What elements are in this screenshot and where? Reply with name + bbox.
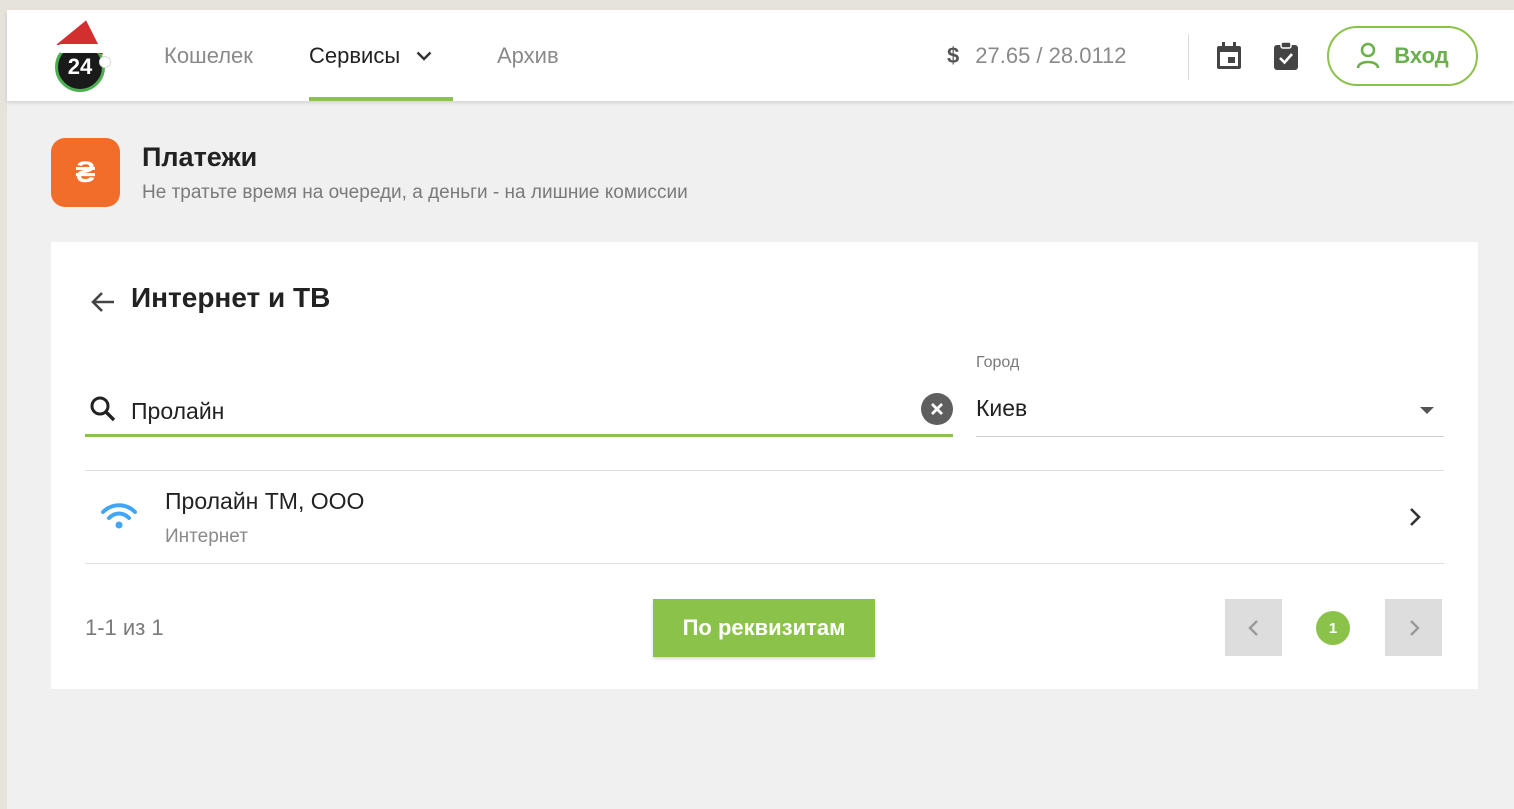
- santa-hat-pompom: [99, 56, 111, 68]
- category-title: Интернет и ТВ: [131, 282, 331, 313]
- city-label: Город: [976, 354, 1020, 371]
- nav-archive-label: Архив: [497, 42, 559, 68]
- page-number-current[interactable]: 1: [1316, 611, 1350, 645]
- list-item[interactable]: Пролайн ТМ, ООО Интернет: [85, 471, 1444, 563]
- dollar-icon: $: [947, 42, 960, 68]
- dropdown-arrow-icon: [1420, 407, 1434, 414]
- nav-wallet-label: Кошелек: [164, 42, 253, 68]
- list-item-category: Интернет: [165, 526, 248, 547]
- nav-services-label: Сервисы: [309, 42, 401, 68]
- login-button-label: Вход: [1394, 43, 1449, 68]
- user-icon: [1356, 42, 1380, 69]
- santa-hat-brim: [57, 44, 109, 53]
- list-item-title: Пролайн ТМ, ООО: [165, 488, 365, 514]
- exchange-rate: $ 27.65 / 28.0112: [947, 10, 1127, 101]
- top-header: 24 Кошелек Сервисы Архив $ 27.65 / 28.01…: [7, 10, 1514, 101]
- city-value: Киев: [976, 395, 1028, 421]
- payments-card: Интернет и ТВ Город Киев: [51, 242, 1478, 689]
- header-divider: [1188, 34, 1189, 80]
- chevron-right-icon: [1410, 508, 1421, 526]
- chevron-right-icon: [1409, 619, 1420, 636]
- app-frame: 24 Кошелек Сервисы Архив $ 27.65 / 28.01…: [7, 10, 1514, 809]
- next-page-button[interactable]: [1385, 599, 1442, 656]
- clipboard-check-icon[interactable]: [1270, 40, 1302, 72]
- arrow-left-icon[interactable]: [87, 286, 119, 318]
- close-icon: [931, 403, 943, 415]
- logo[interactable]: 24: [55, 15, 117, 92]
- nav-archive[interactable]: Архив: [497, 10, 559, 101]
- login-button[interactable]: Вход: [1327, 26, 1478, 86]
- list-divider-bottom: [85, 563, 1444, 564]
- nav-services[interactable]: Сервисы: [309, 10, 453, 101]
- prev-page-button[interactable]: [1225, 599, 1282, 656]
- page-subtitle: Не тратьте время на очереди, а деньги - …: [142, 182, 688, 203]
- city-select[interactable]: Киев: [976, 387, 1444, 437]
- chevron-left-icon: [1247, 619, 1258, 636]
- chevron-down-icon: [416, 51, 432, 61]
- search-icon: [90, 396, 116, 422]
- results-count: 1-1 из 1: [85, 615, 164, 640]
- requisites-button[interactable]: По реквизитам: [653, 599, 875, 657]
- wifi-icon: [101, 503, 137, 529]
- hryvnia-icon: ₴: [51, 138, 120, 207]
- page-title: Платежи: [142, 142, 258, 172]
- exchange-rate-value: 27.65 / 28.0112: [975, 42, 1127, 68]
- search-field: [85, 387, 953, 437]
- calendar-icon[interactable]: [1213, 40, 1245, 72]
- search-input[interactable]: [131, 391, 891, 431]
- clear-search-button[interactable]: [921, 393, 953, 425]
- nav-wallet[interactable]: Кошелек: [164, 10, 253, 101]
- nav-active-indicator: [309, 97, 453, 101]
